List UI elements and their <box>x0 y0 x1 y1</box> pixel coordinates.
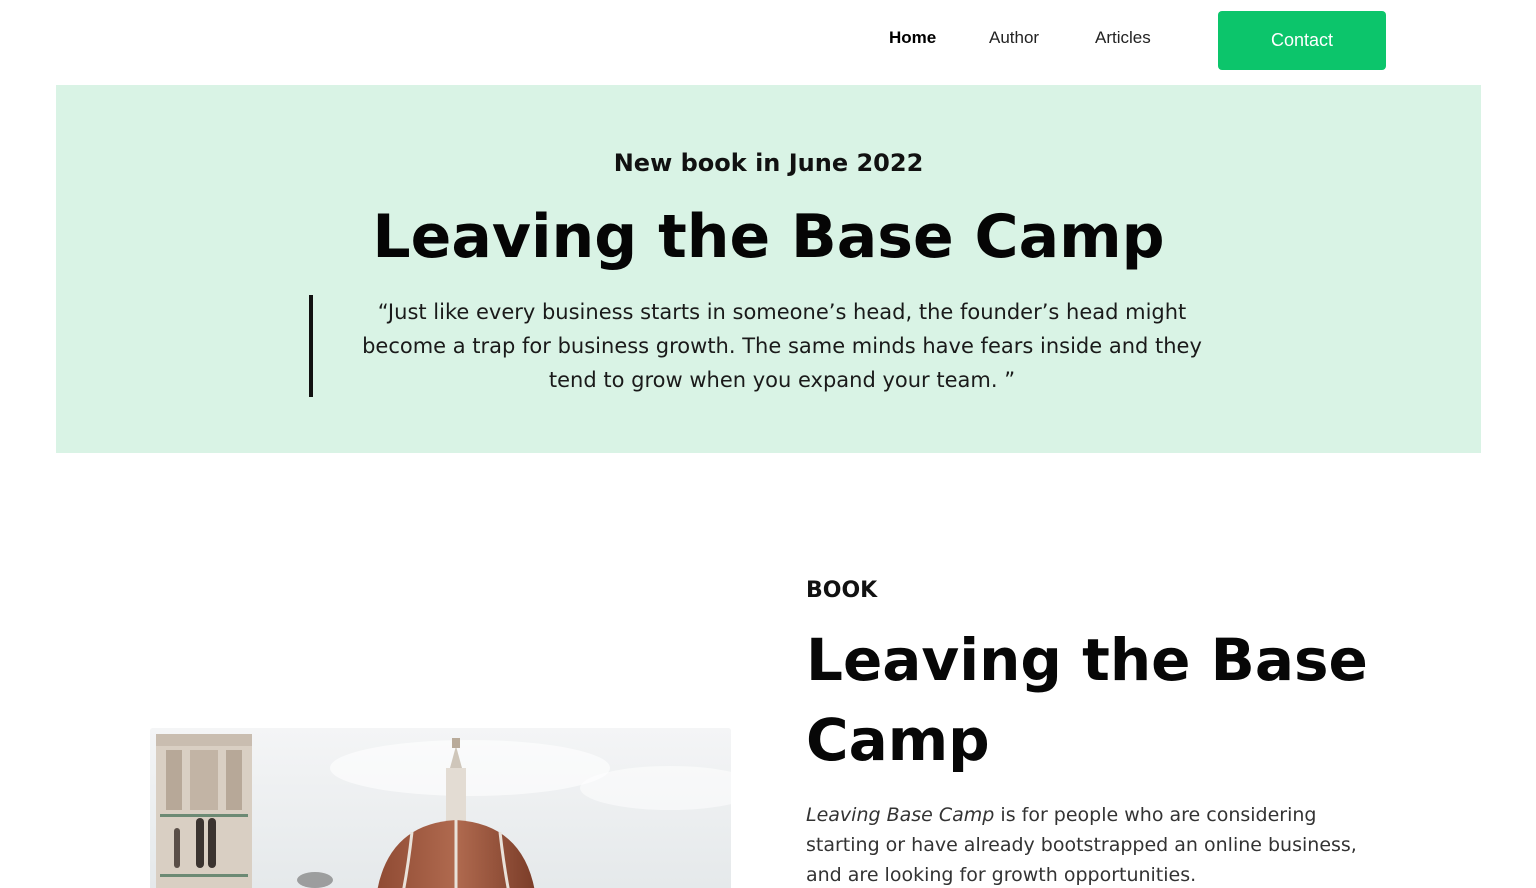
book-title-line: Leaving the Base <box>806 626 1368 694</box>
book-title-line: Camp <box>806 706 990 774</box>
book-description-text: is for people who are considering <box>994 804 1317 826</box>
nav-link-author[interactable]: Author <box>989 26 1039 50</box>
nav-link-home[interactable]: Home <box>889 26 936 50</box>
hero-eyebrow: New book in June 2022 <box>613 149 924 177</box>
quote-line: tend to grow when you expand your team. … <box>548 368 1016 392</box>
book-section-label: BOOK <box>806 578 878 603</box>
quote-line: “Just like every business starts in some… <box>377 300 1187 324</box>
hero-quote: “Just like every business starts in some… <box>356 295 1208 397</box>
book-description: Leaving Base Camp is for people who are … <box>806 800 1366 888</box>
quote-line: become a trap for business growth. The s… <box>362 334 1202 358</box>
book-title: Leaving the Base Camp <box>806 620 1406 780</box>
top-navigation: Home Author Articles Contact <box>0 0 1536 84</box>
quote-bar <box>309 295 313 397</box>
hero-banner: New book in June 2022 Leaving the Base C… <box>56 85 1481 453</box>
hero-title: Leaving the Base Camp <box>372 202 1165 272</box>
nav-link-articles[interactable]: Articles <box>1095 26 1151 50</box>
book-photo <box>150 728 731 888</box>
book-description-italic: Leaving Base Camp <box>806 804 995 826</box>
contact-button[interactable]: Contact <box>1218 11 1386 70</box>
book-description-text: and are looking for growth opportunities… <box>806 864 1197 886</box>
florence-cathedral-image <box>150 728 731 888</box>
book-description-text: starting or have already bootstrapped an… <box>806 834 1357 856</box>
